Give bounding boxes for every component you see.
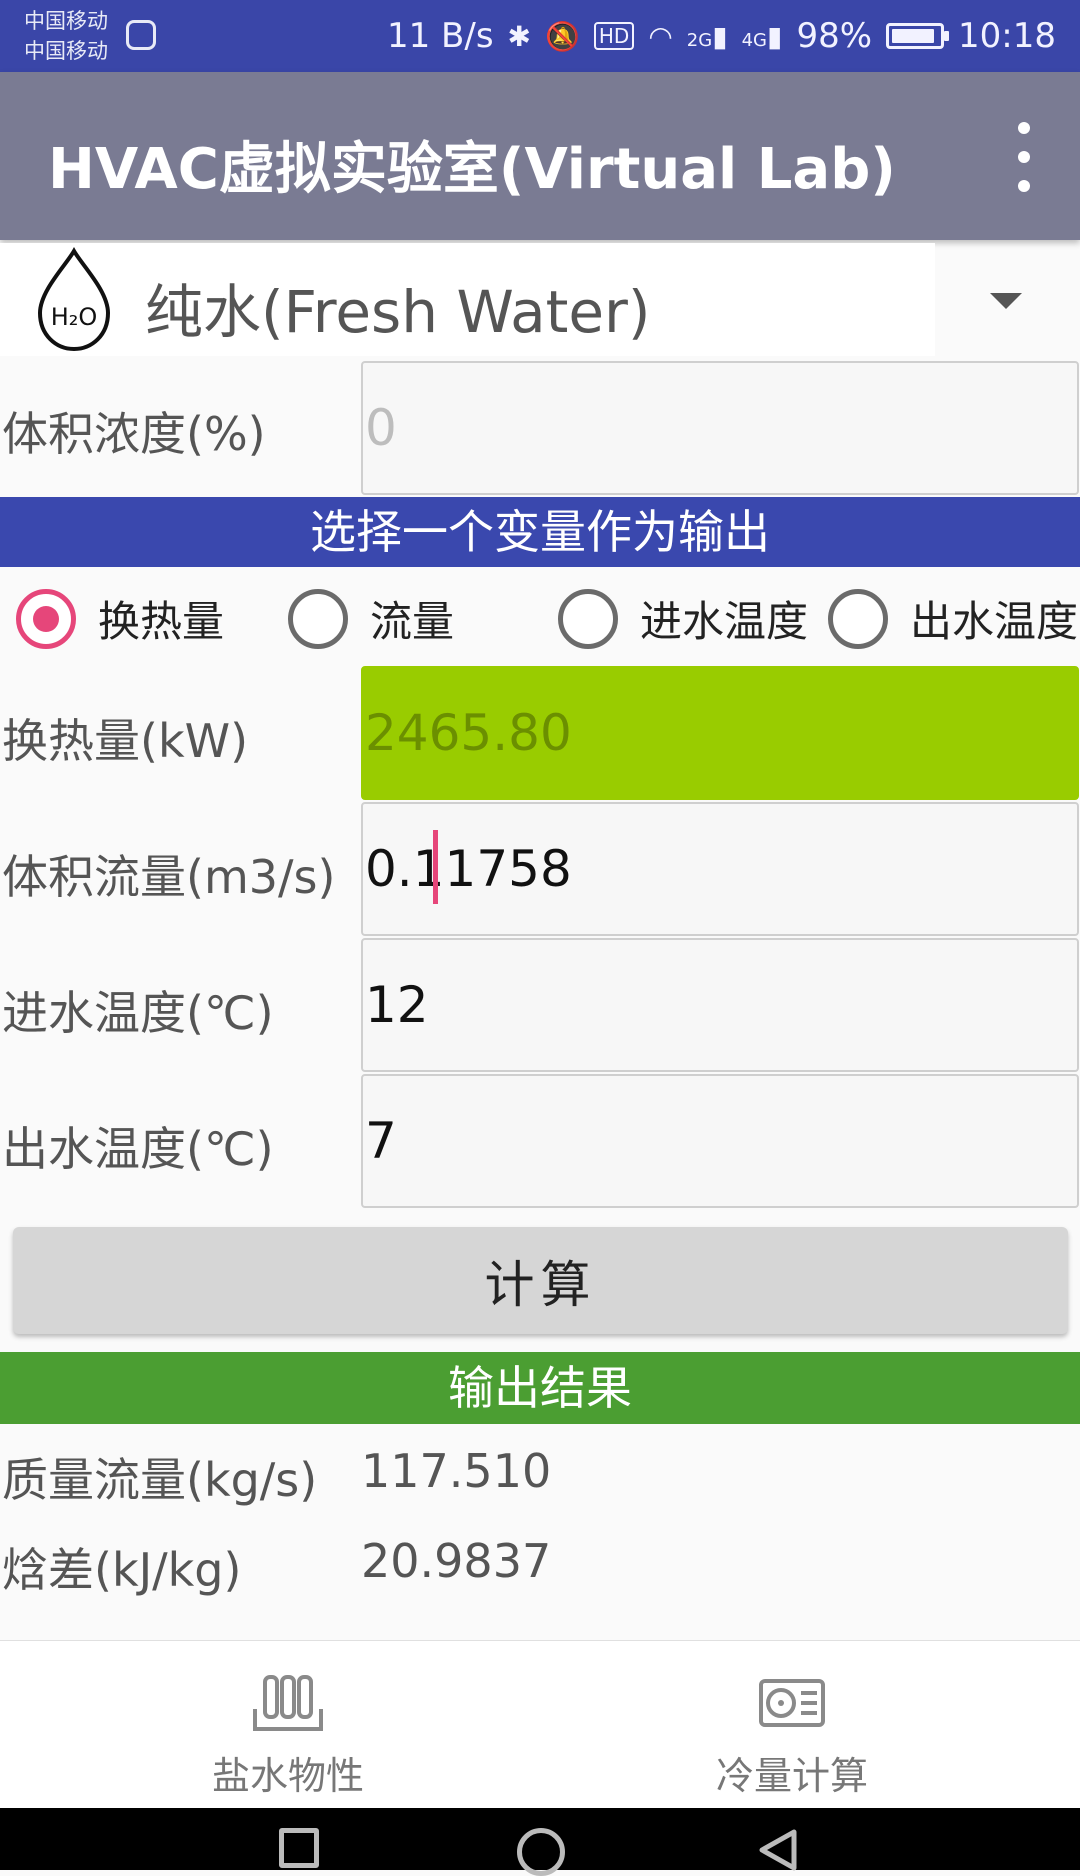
nav-label-brine-properties: 盐水物性 <box>211 1754 364 1798</box>
calculate-button[interactable]: 计算 <box>13 1227 1068 1334</box>
test-tubes-icon <box>253 1675 323 1731</box>
radio-heat-circle[interactable] <box>16 588 76 649</box>
heat-label: 换热量(kW) <box>2 714 249 768</box>
signal-4g-icon: 4G▮ <box>741 19 783 53</box>
heat-value: 2465.80 <box>365 704 572 762</box>
inlet-temp-label: 进水温度(℃) <box>2 986 274 1040</box>
fan-unit-icon <box>759 1679 825 1727</box>
clock: 10:18 <box>958 16 1056 56</box>
radio-outlet-temp-circle[interactable] <box>828 588 888 649</box>
signal-2g-label: 2G <box>686 29 713 51</box>
carrier-info: 中国移动 中国移动 <box>24 6 108 66</box>
app-title: HVAC虚拟实验室(Virtual Lab) <box>48 137 896 202</box>
enthalpy-diff-label: 焓差(kJ/kg) <box>2 1543 242 1597</box>
bottom-navigation: 盐水物性 冷量计算 <box>0 1640 1080 1808</box>
battery-icon <box>886 23 950 49</box>
radio-inlet-temp-label: 进水温度 <box>640 597 809 646</box>
back-icon[interactable] <box>756 1828 800 1872</box>
mute-icon: 🔕 <box>545 19 580 53</box>
radio-heat[interactable]: 换热量 <box>16 588 224 649</box>
radio-outlet-temp-label: 出水温度 <box>910 597 1079 646</box>
radio-flow-label: 流量 <box>370 597 455 646</box>
svg-text:H₂O: H₂O <box>51 303 98 331</box>
wifi-icon: ◠ <box>648 19 673 53</box>
inlet-temp-input[interactable]: 12 <box>361 938 1079 1072</box>
results-header: 输出结果 <box>0 1352 1080 1424</box>
concentration-placeholder: 0 <box>365 399 397 457</box>
mass-flow-label: 质量流量(kg/s) <box>2 1453 318 1507</box>
flow-label: 体积流量(m3/s) <box>2 850 336 904</box>
recent-apps-icon[interactable] <box>279 1828 319 1868</box>
status-indicators: 11 B/s ✱ 🔕 HD ◠ 2G▮ 4G▮ 98% 10:18 <box>387 0 1056 72</box>
overflow-menu-icon[interactable] <box>1004 122 1044 192</box>
net-speed: 11 B/s <box>386 16 494 56</box>
system-nav-bar <box>0 1808 1080 1876</box>
concentration-label: 体积浓度(%) <box>2 407 266 461</box>
shield-icon <box>126 20 156 50</box>
outlet-temp-value: 7 <box>365 1112 397 1170</box>
nav-item-brine-properties[interactable]: 盐水物性 <box>188 1671 388 1800</box>
status-bar: 中国移动 中国移动 11 B/s ✱ 🔕 HD ◠ 2G▮ 4G▮ 98% 10… <box>0 0 1080 72</box>
nav-label-cooling-calc: 冷量计算 <box>715 1754 868 1798</box>
outlet-temp-label: 出水温度(℃) <box>2 1122 274 1176</box>
nav-item-cooling-calc[interactable]: 冷量计算 <box>692 1671 892 1800</box>
dropdown-arrow-icon[interactable] <box>990 293 1022 309</box>
home-icon[interactable] <box>517 1828 565 1876</box>
hd-icon: HD <box>593 22 635 50</box>
water-drop-icon: H₂O <box>37 246 111 352</box>
flow-value: 0.11758 <box>365 840 572 898</box>
text-cursor <box>433 830 438 904</box>
fluid-selected-label: 纯水(Fresh Water) <box>145 278 651 346</box>
radio-inlet-temp[interactable]: 进水温度 <box>558 588 808 649</box>
signal-4g-label: 4G <box>741 29 768 51</box>
carrier-1: 中国移动 <box>24 9 108 33</box>
enthalpy-diff-value: 20.9837 <box>361 1534 552 1588</box>
heat-output-field[interactable]: 2465.80 <box>361 666 1079 800</box>
inlet-temp-value: 12 <box>365 976 429 1034</box>
radio-flow[interactable]: 流量 <box>288 588 454 649</box>
output-select-header: 选择一个变量作为输出 <box>0 497 1080 567</box>
fluid-spinner[interactable]: H₂O 纯水(Fresh Water) <box>0 243 935 356</box>
radio-inlet-temp-circle[interactable] <box>558 588 618 649</box>
carrier-2: 中国移动 <box>24 39 108 63</box>
radio-heat-label: 换热量 <box>98 597 225 646</box>
radio-outlet-temp[interactable]: 出水温度 <box>828 588 1078 649</box>
app-bar: HVAC虚拟实验室(Virtual Lab) <box>0 72 1080 240</box>
signal-2g-icon: 2G▮ <box>686 19 728 53</box>
battery-percent: 98% <box>796 16 873 56</box>
concentration-input[interactable]: 0 <box>361 361 1079 495</box>
radio-flow-circle[interactable] <box>288 588 348 649</box>
outlet-temp-input[interactable]: 7 <box>361 1074 1079 1208</box>
flow-input[interactable]: 0.11758 <box>361 802 1079 936</box>
bluetooth-icon: ✱ <box>507 19 532 53</box>
mass-flow-value: 117.510 <box>361 1444 552 1498</box>
